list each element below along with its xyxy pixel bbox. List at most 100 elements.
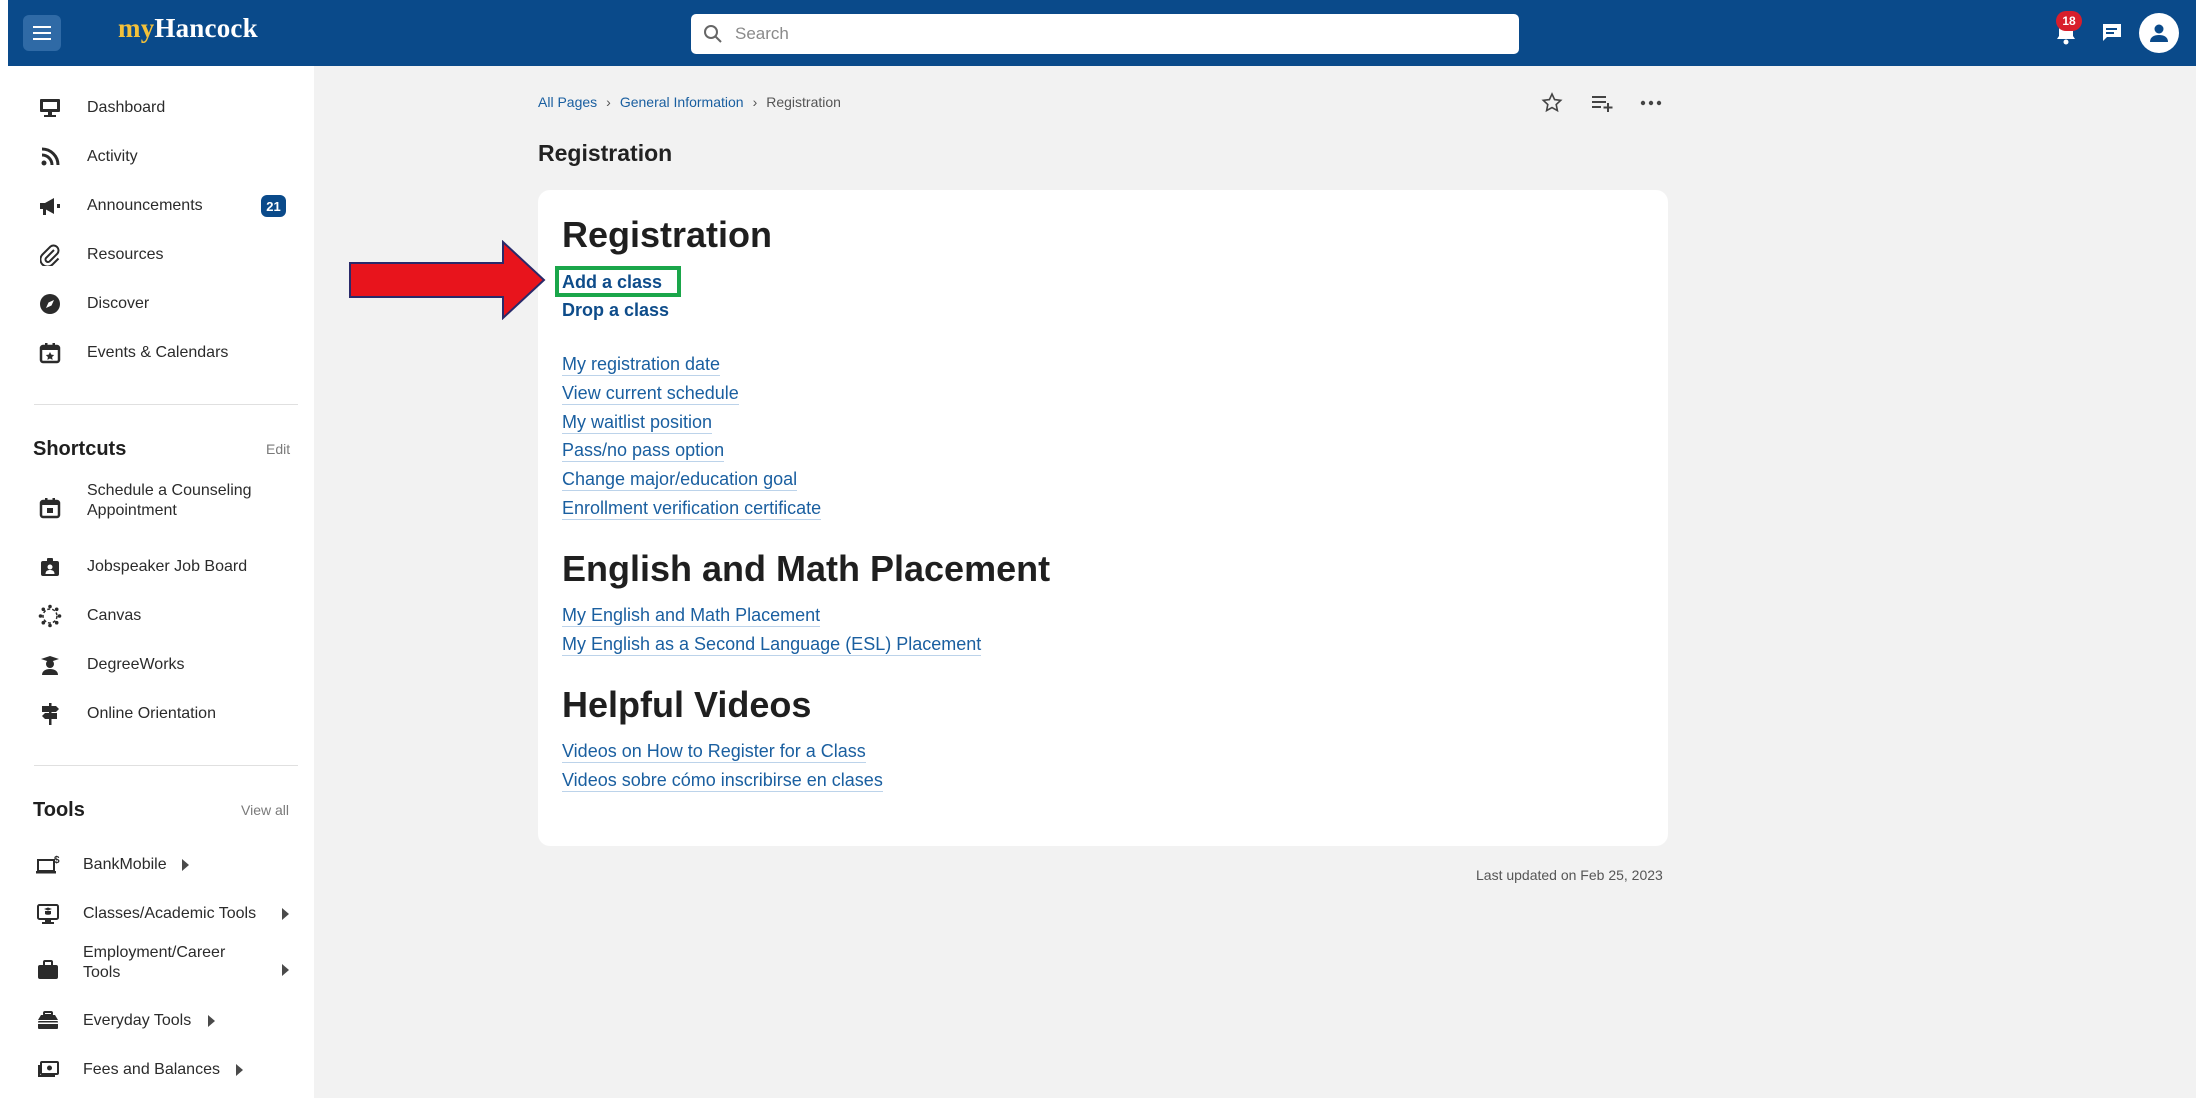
graduate-icon xyxy=(36,651,64,679)
sidebar-item-resources[interactable]: Resources xyxy=(36,241,163,269)
user-icon xyxy=(2150,24,2168,42)
chevron-right-icon xyxy=(282,908,289,920)
sidebar-divider xyxy=(34,404,298,405)
toolbox-icon xyxy=(34,1007,62,1035)
canvas-icon xyxy=(36,602,64,630)
registration-date-link[interactable]: My registration date xyxy=(562,353,721,376)
screen-book-icon xyxy=(34,900,62,928)
sidebar-item-dashboard[interactable]: Dashboard xyxy=(36,94,165,122)
megaphone-icon xyxy=(36,192,64,220)
search-icon xyxy=(704,25,722,43)
tool-classes-academic[interactable]: Classes/Academic Tools xyxy=(34,900,289,928)
highlight-box xyxy=(555,266,681,297)
tool-label: Employment/Career Tools xyxy=(83,943,225,983)
signpost-icon xyxy=(36,700,64,728)
change-major-link[interactable]: Change major/education goal xyxy=(562,468,798,491)
shortcut-online-orientation[interactable]: Online Orientation xyxy=(36,700,216,728)
register-videos-spanish-link[interactable]: Videos sobre cómo inscribirse en clases xyxy=(562,769,883,792)
shortcut-label: Schedule a Counseling Appointment xyxy=(87,481,252,521)
tools-title: Tools xyxy=(33,799,85,821)
sidebar: Dashboard Activity Announcements 21 Reso… xyxy=(8,66,314,1098)
brand-logo[interactable]: myHancock xyxy=(118,13,258,44)
briefcase-icon xyxy=(34,956,62,984)
tool-label: Everyday Tools xyxy=(83,1012,192,1029)
breadcrumb-general-information[interactable]: General Information xyxy=(620,94,744,110)
enrollment-verification-link[interactable]: Enrollment verification certificate xyxy=(562,497,822,520)
favorite-button[interactable] xyxy=(1538,89,1566,117)
sidebar-item-label: Resources xyxy=(87,246,164,263)
sidebar-item-label: Announcements xyxy=(87,197,203,214)
shortcut-jobspeaker[interactable]: Jobspeaker Job Board xyxy=(36,553,247,581)
brand-name: Hancock xyxy=(154,13,258,43)
shortcuts-edit-link[interactable]: Edit xyxy=(266,441,290,457)
drop-class-link[interactable]: Drop a class xyxy=(562,299,669,321)
breadcrumb-all-pages[interactable]: All Pages xyxy=(538,94,597,110)
shortcut-schedule-counseling[interactable]: Schedule a Counseling Appointment xyxy=(36,482,252,522)
playlist-add-icon xyxy=(1592,96,1613,112)
page-title: Registration xyxy=(538,140,673,166)
chevron-right-icon: › xyxy=(752,94,758,110)
tool-label-line2: Tools xyxy=(83,964,121,981)
sidebar-item-announcements[interactable]: Announcements xyxy=(36,192,203,220)
chat-icon xyxy=(2103,24,2121,41)
menu-icon xyxy=(33,26,51,40)
notification-count-badge: 18 xyxy=(2056,11,2082,31)
current-schedule-link[interactable]: View current schedule xyxy=(562,382,739,405)
shortcut-label-line2: Appointment xyxy=(87,502,177,519)
chevron-right-icon xyxy=(282,964,289,976)
pass-no-pass-link[interactable]: Pass/no pass option xyxy=(562,439,725,462)
tool-everyday-tools[interactable]: Everyday Tools xyxy=(34,1007,215,1035)
user-avatar[interactable] xyxy=(2139,13,2179,53)
chevron-right-icon xyxy=(208,1015,215,1027)
tools-view-all-link[interactable]: View all xyxy=(241,802,289,818)
waitlist-position-link[interactable]: My waitlist position xyxy=(562,411,713,434)
add-to-list-button[interactable] xyxy=(1588,89,1616,117)
esl-placement-link[interactable]: My English as a Second Language (ESL) Pl… xyxy=(562,633,982,656)
last-updated-text: Last updated on Feb 25, 2023 xyxy=(1476,867,1663,883)
sidebar-item-discover[interactable]: Discover xyxy=(36,290,149,318)
chevron-right-icon: › xyxy=(606,94,611,110)
calendar-icon xyxy=(36,494,64,522)
brand-prefix: my xyxy=(118,13,155,43)
red-arrow-icon xyxy=(349,240,546,320)
sidebar-item-label: Dashboard xyxy=(87,99,166,116)
tool-fees-balances[interactable]: Fees and Balances xyxy=(34,1056,243,1084)
english-math-placement-link[interactable]: My English and Math Placement xyxy=(562,604,821,627)
shortcut-label-line1: Schedule a Counseling xyxy=(87,482,252,499)
sidebar-item-label: Discover xyxy=(87,295,150,312)
shortcut-label: Canvas xyxy=(87,607,142,624)
breadcrumb-current: Registration xyxy=(766,94,841,110)
shortcuts-title: Shortcuts xyxy=(33,438,127,460)
shortcut-label: Jobspeaker Job Board xyxy=(87,558,248,575)
sidebar-item-label: Activity xyxy=(87,148,138,165)
tool-label: Fees and Balances xyxy=(83,1061,220,1078)
rss-icon xyxy=(36,143,64,171)
shortcut-label: Online Orientation xyxy=(87,705,216,722)
app-window: myHancock 18 Dashboard Activity Announce xyxy=(8,0,2196,1098)
paperclip-icon xyxy=(36,241,64,269)
section-heading: English and Math Placement xyxy=(562,548,1051,589)
sidebar-item-events-calendars[interactable]: Events & Calendars xyxy=(36,339,228,367)
more-options-button[interactable] xyxy=(1637,89,1665,117)
tool-bankmobile[interactable]: $ BankMobile xyxy=(34,851,189,879)
sidebar-item-label: Events & Calendars xyxy=(87,344,229,361)
breadcrumb: All Pages › General Information › Regist… xyxy=(538,94,841,110)
tool-label: Classes/Academic Tools xyxy=(83,905,257,922)
register-videos-link[interactable]: Videos on How to Register for a Class xyxy=(562,740,866,763)
sidebar-divider xyxy=(34,765,298,766)
search-input[interactable] xyxy=(733,23,1497,45)
money-icon xyxy=(34,1056,62,1084)
badge-icon xyxy=(36,553,64,581)
shortcut-canvas[interactable]: Canvas xyxy=(36,602,141,630)
sidebar-item-activity[interactable]: Activity xyxy=(36,143,138,171)
search-box[interactable] xyxy=(691,14,1519,54)
messages-button[interactable] xyxy=(2096,17,2128,49)
menu-button[interactable] xyxy=(23,15,61,51)
laptop-dollar-icon: $ xyxy=(34,851,62,879)
tool-label: BankMobile xyxy=(83,856,167,873)
announcements-count-badge: 21 xyxy=(261,195,286,217)
shortcut-degreeworks[interactable]: DegreeWorks xyxy=(36,651,185,679)
star-icon xyxy=(1541,92,1563,113)
compass-icon xyxy=(36,290,64,318)
tool-employment-career[interactable]: Employment/Career Tools xyxy=(34,944,289,984)
